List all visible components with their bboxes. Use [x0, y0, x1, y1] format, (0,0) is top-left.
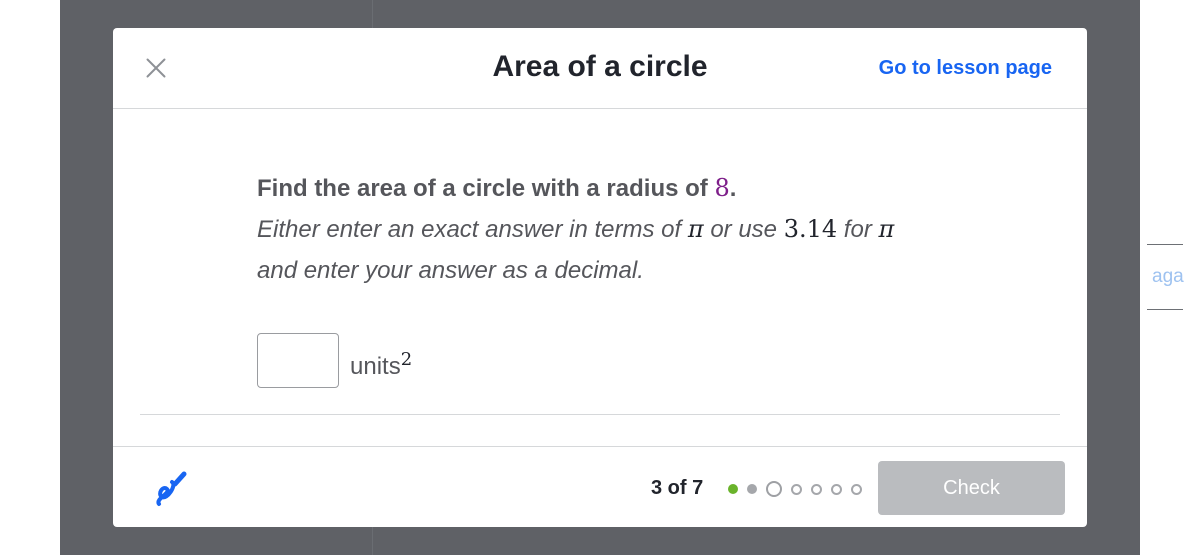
- modal-header: Area of a circle Go to lesson page: [113, 28, 1087, 109]
- background-rule: [1147, 244, 1183, 245]
- go-to-lesson-link[interactable]: Go to lesson page: [879, 57, 1052, 80]
- content-divider: [140, 414, 1060, 415]
- progress-dots: [728, 478, 871, 500]
- units-exponent: 2: [400, 349, 413, 370]
- scratchpad-pen-icon[interactable]: [153, 469, 193, 509]
- background-partial-text: aga: [1152, 266, 1184, 287]
- progress-dot-2: [747, 484, 757, 494]
- progress-dot-4: [791, 483, 802, 495]
- progress-count: 3 of 7: [651, 477, 704, 499]
- progress-dot-7: [851, 483, 862, 495]
- background-rule: [1147, 309, 1183, 310]
- question-instructions: Either enter an exact answer in terms of…: [257, 209, 957, 291]
- question-prompt: Find the area of a circle with a radius …: [257, 168, 957, 209]
- prompt-period: .: [729, 175, 737, 202]
- instruction-text: for: [837, 216, 879, 243]
- prompt-text: Find the area of a circle with a radius …: [257, 175, 715, 202]
- units-label: units2: [350, 349, 412, 381]
- check-button[interactable]: Check: [878, 461, 1065, 515]
- instruction-text: or use: [703, 216, 784, 243]
- instruction-text: and enter your answer as a decimal.: [257, 257, 644, 284]
- exercise-modal: Area of a circle Go to lesson page Find …: [113, 28, 1087, 527]
- progress-dot-5: [811, 483, 822, 495]
- question: Find the area of a circle with a radius …: [257, 168, 957, 291]
- instruction-text: Either enter an exact answer in terms of: [257, 216, 688, 243]
- units-text: units: [350, 353, 401, 380]
- progress-dot-3: [766, 481, 782, 497]
- progress-dot-1: [728, 484, 738, 494]
- radius-value: 8: [714, 174, 730, 202]
- answer-input[interactable]: [257, 333, 339, 388]
- modal-footer: 3 of 7 Check: [113, 446, 1087, 527]
- progress-dot-6: [831, 483, 842, 495]
- pi-symbol: π: [687, 215, 704, 243]
- pi-symbol: π: [878, 215, 895, 243]
- approx-value: 3.14: [783, 215, 838, 243]
